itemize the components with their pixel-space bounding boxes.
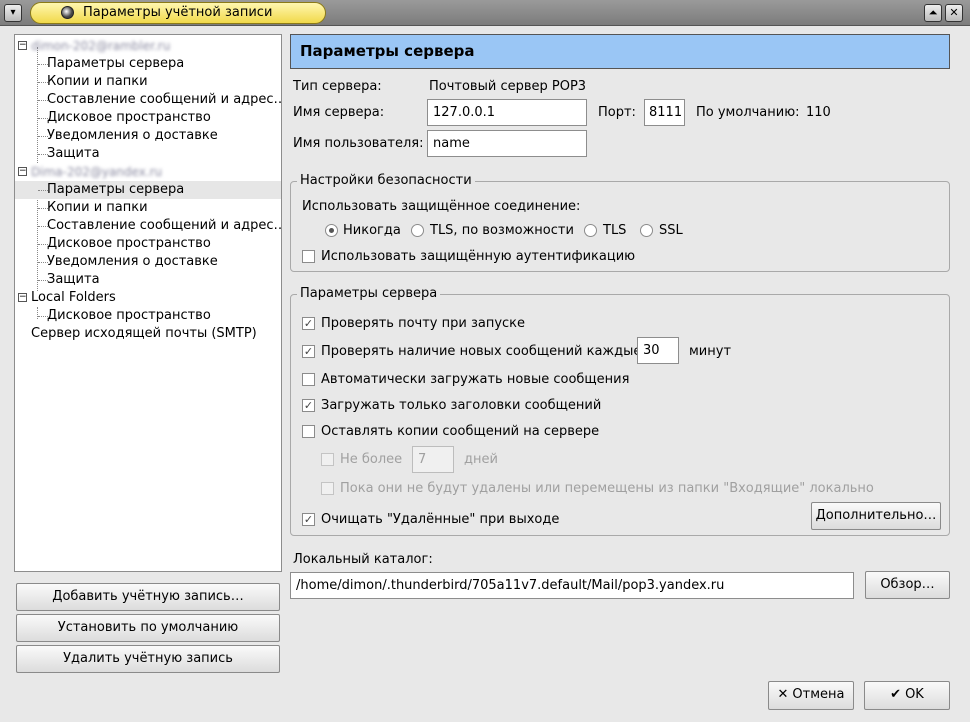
radio-ssl[interactable] bbox=[640, 224, 653, 237]
radio-tls-if-available[interactable] bbox=[411, 224, 424, 237]
close-window-button[interactable]: ✕ bbox=[945, 4, 963, 22]
leave-on-server-label[interactable]: Оставлять копии сообщений на сервере bbox=[321, 424, 599, 439]
headers-only-checkbox[interactable]: ✓ bbox=[302, 399, 315, 412]
until-deleted-checkbox[interactable] bbox=[321, 482, 334, 495]
thunderbird-app-icon bbox=[61, 6, 74, 19]
set-default-button[interactable]: Установить по умолчанию bbox=[16, 614, 280, 642]
check-every-checkbox[interactable]: ✓ bbox=[302, 345, 315, 358]
no-more-than-checkbox[interactable] bbox=[321, 453, 334, 466]
leave-on-server-checkbox[interactable] bbox=[302, 425, 315, 438]
tree-item-security[interactable]: Защита bbox=[15, 145, 281, 163]
cancel-button-label: Отмена bbox=[792, 687, 845, 702]
cancel-icon: ✕ bbox=[777, 687, 789, 702]
tree-item-security[interactable]: Защита bbox=[15, 271, 281, 289]
checkmark-icon: ✓ bbox=[303, 317, 314, 330]
minutes-label: минут bbox=[689, 344, 732, 359]
secure-auth-checkbox[interactable] bbox=[302, 250, 315, 263]
delete-account-button[interactable]: Удалить учётную запись bbox=[16, 645, 280, 673]
username-field[interactable]: name bbox=[427, 130, 587, 157]
check-on-start-checkbox[interactable]: ✓ bbox=[302, 317, 315, 330]
browse-button[interactable]: Обзор… bbox=[865, 571, 950, 599]
default-port-label: По умолчанию: bbox=[696, 105, 800, 120]
auto-download-label[interactable]: Автоматически загружать новые сообщения bbox=[321, 372, 629, 387]
username-label: Имя пользователя: bbox=[293, 136, 424, 151]
account-tree[interactable]: − dimon-202@rambler.ru Параметры сервера… bbox=[14, 34, 282, 572]
tree-item-disk-space[interactable]: Дисковое пространство bbox=[15, 109, 281, 127]
tree-item-copies-folders[interactable]: Копии и папки bbox=[15, 73, 281, 91]
local-dir-label: Локальный каталог: bbox=[293, 552, 433, 567]
radio-never[interactable] bbox=[325, 224, 338, 237]
ok-button[interactable]: ✔ OK bbox=[864, 681, 950, 710]
radio-tls[interactable] bbox=[584, 224, 597, 237]
checkmark-icon: ✓ bbox=[303, 513, 314, 526]
empty-trash-checkbox[interactable]: ✓ bbox=[302, 513, 315, 526]
server-type-value: Почтовый сервер POP3 bbox=[429, 79, 587, 94]
empty-trash-label[interactable]: Очищать "Удалённые" при выходе bbox=[321, 512, 559, 527]
tree-item-receipts[interactable]: Уведомления о доставке bbox=[15, 127, 281, 145]
checkmark-icon: ✓ bbox=[303, 345, 314, 358]
until-deleted-label[interactable]: Пока они не будут удалены или перемещены… bbox=[340, 481, 874, 496]
radio-tls-label[interactable]: TLS bbox=[603, 223, 626, 238]
tree-item-disk-space[interactable]: Дисковое пространство bbox=[15, 307, 281, 325]
days-label: дней bbox=[464, 452, 498, 467]
add-account-button[interactable]: Добавить учётную запись… bbox=[16, 583, 280, 611]
tree-item-server-settings[interactable]: Параметры сервера bbox=[15, 55, 281, 73]
days-field[interactable]: 7 bbox=[412, 446, 454, 473]
port-label: Порт: bbox=[598, 105, 636, 120]
close-icon: ✕ bbox=[949, 6, 959, 19]
check-interval-field[interactable]: 30 bbox=[637, 337, 679, 364]
tree-account-2[interactable]: − Dima-202@yandex.ru bbox=[15, 163, 281, 181]
default-port-value: 110 bbox=[806, 105, 831, 120]
page-title: Параметры сервера bbox=[290, 34, 950, 69]
secure-auth-label[interactable]: Использовать защищённую аутентификацию bbox=[321, 249, 635, 264]
headers-only-label[interactable]: Загружать только заголовки сообщений bbox=[321, 398, 601, 413]
security-group-title: Настройки безопасности bbox=[297, 173, 475, 188]
checkmark-icon: ✓ bbox=[303, 399, 314, 412]
radio-tls-if-available-label[interactable]: TLS, по возможности bbox=[430, 223, 574, 238]
shade-window-button[interactable]: ⏶ bbox=[924, 4, 942, 22]
local-dir-field[interactable]: /home/dimon/.thunderbird/705a11v7.defaul… bbox=[290, 572, 854, 599]
collapse-icon[interactable]: − bbox=[18, 41, 27, 50]
port-field[interactable]: 8111 bbox=[644, 99, 685, 126]
tree-item-server-settings-selected[interactable]: Параметры сервера bbox=[15, 181, 281, 199]
chevron-down-icon: ▾ bbox=[10, 7, 16, 18]
server-name-label: Имя сервера: bbox=[293, 105, 385, 120]
radio-ssl-label[interactable]: SSL bbox=[659, 223, 683, 238]
tree-item-composition[interactable]: Составление сообщений и адрес… bbox=[15, 91, 281, 109]
server-settings-group-title: Параметры сервера bbox=[297, 286, 441, 301]
tree-item-receipts[interactable]: Уведомления о доставке bbox=[15, 253, 281, 271]
server-name-field[interactable]: 127.0.0.1 bbox=[427, 99, 587, 126]
check-every-label[interactable]: Проверять наличие новых сообщений каждые bbox=[321, 344, 641, 359]
ok-button-label: OK bbox=[905, 687, 924, 702]
auto-download-checkbox[interactable] bbox=[302, 373, 315, 386]
check-on-start-label[interactable]: Проверять почту при запуске bbox=[321, 316, 525, 331]
window-menu-button[interactable]: ▾ bbox=[4, 4, 22, 22]
window-title: Параметры учётной записи bbox=[83, 5, 273, 20]
tree-smtp-server[interactable]: Сервер исходящей почты (SMTP) bbox=[15, 325, 281, 343]
collapse-icon[interactable]: − bbox=[18, 293, 27, 302]
tree-item-composition[interactable]: Составление сообщений и адрес… bbox=[15, 217, 281, 235]
radio-never-label[interactable]: Никогда bbox=[343, 223, 401, 238]
tree-item-disk-space[interactable]: Дисковое пространство bbox=[15, 235, 281, 253]
ok-icon: ✔ bbox=[890, 687, 902, 702]
advanced-button[interactable]: Дополнительно… bbox=[811, 502, 941, 530]
no-more-than-label[interactable]: Не более bbox=[340, 452, 402, 467]
cancel-button[interactable]: ✕ Отмена bbox=[768, 681, 854, 710]
tree-account-1[interactable]: − dimon-202@rambler.ru bbox=[15, 37, 281, 55]
secure-connection-label: Использовать защищённое соединение: bbox=[302, 199, 581, 214]
shade-up-icon: ⏶ bbox=[928, 6, 938, 19]
collapse-icon[interactable]: − bbox=[18, 167, 27, 176]
tree-item-copies-folders[interactable]: Копии и папки bbox=[15, 199, 281, 217]
server-type-label: Тип сервера: bbox=[293, 79, 382, 94]
tree-local-folders[interactable]: − Local Folders bbox=[15, 289, 281, 307]
